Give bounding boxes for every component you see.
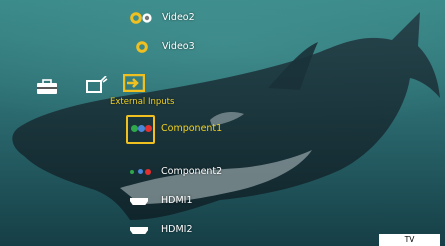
hdmi-icon (130, 227, 148, 234)
toolbox-icon[interactable] (36, 79, 58, 95)
tv-settings-icon[interactable] (86, 76, 108, 94)
external-inputs-label: External Inputs (110, 97, 175, 107)
component2-label: Component2 (161, 166, 223, 177)
hdmi2-item[interactable]: HDMI2 (130, 222, 240, 240)
tv-menu-screen: Video2 Video3 External Inputs Component1 (0, 0, 445, 246)
hdmi-icon (130, 198, 148, 205)
external-input-icon (123, 74, 145, 92)
hdmi1-label: HDMI1 (161, 195, 193, 206)
composite-video-icon (130, 12, 152, 24)
tv-mode-badge: TV (379, 234, 440, 246)
component-red-dot (145, 125, 152, 132)
component-green-dot (130, 170, 134, 174)
component-green-dot (131, 125, 138, 132)
component1-label: Component1 (161, 123, 223, 134)
external-inputs-category[interactable]: External Inputs (110, 74, 180, 108)
component-red-dot (145, 169, 151, 175)
hdmi1-item[interactable]: HDMI1 (130, 193, 240, 211)
component1-item[interactable]: Component1 (125, 115, 235, 145)
video2-label: Video2 (162, 12, 195, 23)
video3-item[interactable]: Video3 (130, 38, 250, 56)
video2-item[interactable]: Video2 (130, 9, 250, 27)
component-blue-dot (138, 125, 145, 132)
composite-video-icon (136, 41, 148, 53)
component-blue-dot (138, 169, 143, 174)
video3-label: Video3 (162, 41, 195, 52)
hdmi2-label: HDMI2 (161, 224, 193, 235)
component2-item[interactable]: Component2 (125, 165, 235, 183)
